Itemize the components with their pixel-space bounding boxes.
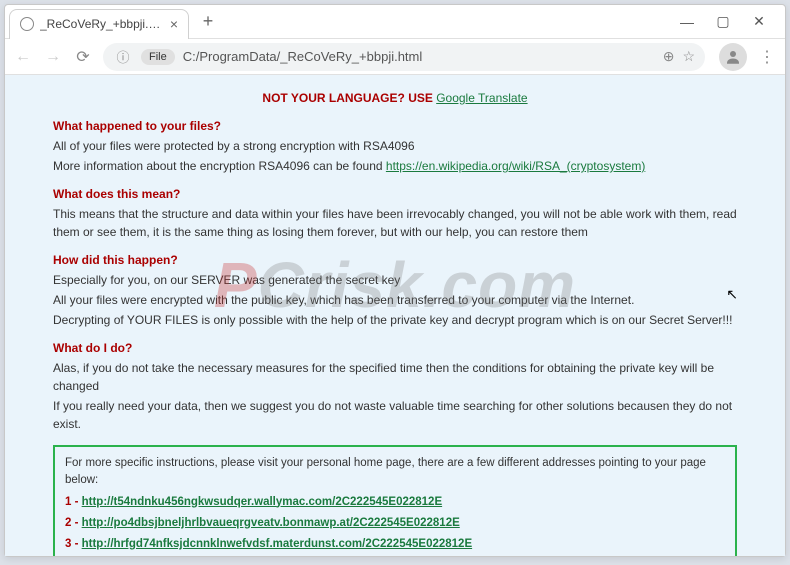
- forward-button[interactable]: →: [43, 48, 63, 66]
- star-icon[interactable]: ☆: [682, 48, 695, 65]
- new-tab-button[interactable]: +: [195, 9, 221, 35]
- close-tab-icon[interactable]: ×: [170, 16, 178, 32]
- url-text: C:/ProgramData/_ReCoVeRy_+bbpji.html: [183, 49, 423, 64]
- rsa-wiki-link[interactable]: https://en.wikipedia.org/wiki/RSA_(crypt…: [386, 159, 645, 173]
- page-content: NOT YOUR LANGUAGE? USE Google Translate …: [5, 75, 785, 556]
- payment-link-3: 3 - http://hrfgd74nfksjdcnnklnwefvdsf.ma…: [65, 536, 725, 553]
- user-icon: [724, 48, 742, 66]
- payment-link-2: 2 - http://po4dbsjbneljhrlbvaueqrgveatv.…: [65, 515, 725, 532]
- heading-how-happen: How did this happen?: [53, 251, 737, 269]
- info-icon[interactable]: ⓘ: [113, 47, 133, 66]
- window-controls: — ▢ ✕: [673, 8, 781, 36]
- titlebar: _ReCoVeRy_+bbpji.html × + — ▢ ✕: [5, 5, 785, 39]
- avatar[interactable]: [719, 43, 747, 71]
- text: More information about the encryption RS…: [53, 157, 737, 175]
- box-intro: For more specific instructions, please v…: [65, 455, 725, 490]
- text: Alas, if you do not take the necessary m…: [53, 359, 737, 395]
- payment-link-1: 1 - http://t54ndnku456ngkwsudqer.wallyma…: [65, 494, 725, 511]
- globe-icon: [20, 17, 34, 31]
- reload-button[interactable]: ⟳: [73, 47, 93, 67]
- text: Decrypting of YOUR FILES is only possibl…: [53, 311, 737, 329]
- maximize-button[interactable]: ▢: [709, 8, 737, 36]
- google-translate-link[interactable]: Google Translate: [436, 91, 527, 105]
- heading-what-happened: What happened to your files?: [53, 117, 737, 135]
- close-window-button[interactable]: ✕: [745, 8, 773, 36]
- language-notice: NOT YOUR LANGUAGE? USE Google Translate: [53, 89, 737, 107]
- menu-button[interactable]: ⋮: [757, 47, 777, 67]
- url-bar[interactable]: ⓘ File C:/ProgramData/_ReCoVeRy_+bbpji.h…: [103, 43, 705, 71]
- browser-tab[interactable]: _ReCoVeRy_+bbpji.html ×: [9, 9, 189, 39]
- back-button[interactable]: ←: [13, 48, 33, 66]
- minimize-button[interactable]: —: [673, 8, 701, 36]
- address-bar-row: ← → ⟳ ⓘ File C:/ProgramData/_ReCoVeRy_+b…: [5, 39, 785, 75]
- instructions-box: For more specific instructions, please v…: [53, 445, 737, 556]
- tab-title: _ReCoVeRy_+bbpji.html: [40, 17, 164, 31]
- file-chip: File: [141, 49, 175, 65]
- search-icon[interactable]: ⊕: [663, 48, 675, 65]
- browser-window: _ReCoVeRy_+bbpji.html × + — ▢ ✕ ← → ⟳ ⓘ …: [4, 4, 786, 557]
- text: This means that the structure and data w…: [53, 205, 737, 241]
- heading-what-do: What do I do?: [53, 339, 737, 357]
- text: All your files were encrypted with the p…: [53, 291, 737, 309]
- text: If you really need your data, then we su…: [53, 397, 737, 433]
- heading-what-mean: What does this mean?: [53, 185, 737, 203]
- text: All of your files were protected by a st…: [53, 137, 737, 155]
- text: Especially for you, on our SERVER was ge…: [53, 271, 737, 289]
